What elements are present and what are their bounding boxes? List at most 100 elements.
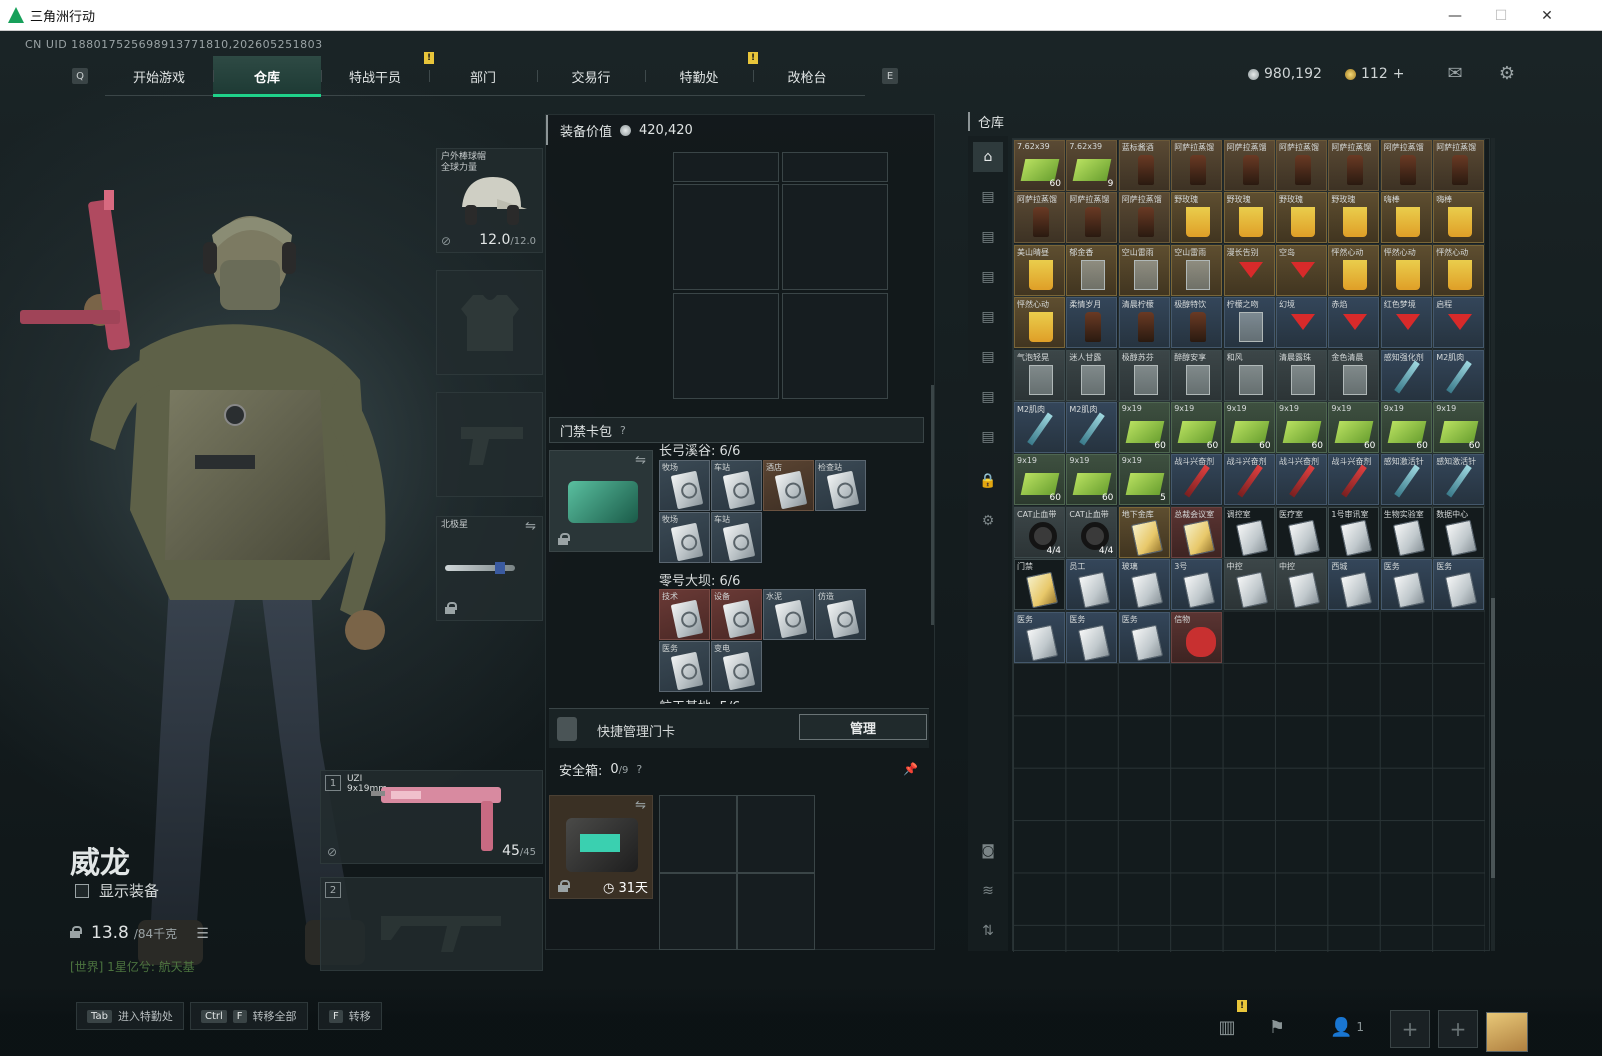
keycard-item[interactable]: 车站 — [711, 460, 762, 511]
warehouse-item[interactable]: 7.62x39 60 — [1014, 140, 1065, 191]
warehouse-item[interactable]: 阿萨拉蒸馏 — [1433, 140, 1485, 191]
list-icon[interactable]: ☰ — [196, 926, 209, 942]
tab-department[interactable]: 部门 — [429, 56, 537, 96]
keycard-item[interactable]: 检查站 — [815, 460, 866, 511]
warehouse-item[interactable]: 空山雷雨 — [1118, 244, 1170, 296]
warehouse-item[interactable]: 金色清晨 — [1328, 349, 1380, 401]
warehouse-item[interactable]: 9x19 60 — [1066, 454, 1118, 506]
warehouse-item[interactable]: 9x19 60 — [1328, 402, 1380, 453]
warehouse-item[interactable]: 怦然心动 — [1328, 244, 1380, 296]
warehouse-item[interactable]: 9x19 60 — [1380, 402, 1432, 453]
warehouse-item[interactable]: 西城 — [1328, 559, 1380, 611]
warehouse-item[interactable]: 阿萨拉蒸馏 — [1380, 140, 1432, 191]
tab-trading[interactable]: 交易行 — [537, 56, 645, 96]
warehouse-all-icon[interactable]: ⌂ — [973, 142, 1003, 172]
warehouse-item[interactable]: 数据中心 — [1433, 506, 1485, 558]
maximize-button[interactable]: ☐ — [1478, 0, 1524, 31]
primary-weapon-slot-1[interactable]: 1 UZI 9x19mm ⊘ 45/45 — [320, 770, 543, 864]
world-chat-line[interactable]: [世界] 1星亿兮: 航天基 — [70, 958, 195, 975]
category-misc-icon[interactable]: ▤ — [973, 382, 1003, 412]
warehouse-item[interactable]: 阿萨拉蒸馏 — [1171, 140, 1223, 191]
mail-icon[interactable]: ✉ — [1443, 63, 1467, 84]
warehouse-item[interactable]: 气泡轻晃 — [1014, 349, 1065, 401]
warehouse-item[interactable]: M2肌肉 — [1066, 402, 1118, 453]
safebox-cell[interactable] — [659, 795, 737, 873]
melee-slot[interactable]: 北极星 ⇋ — [436, 516, 543, 621]
warehouse-item[interactable]: 赤焰 — [1328, 297, 1380, 349]
warehouse-item[interactable]: 生物实验室 — [1380, 506, 1432, 558]
warehouse-item[interactable]: 漫长告别 — [1223, 244, 1275, 296]
warehouse-item[interactable]: 嗨棒 — [1380, 192, 1432, 244]
warehouse-item[interactable]: 医务 — [1380, 559, 1432, 611]
keycard-item[interactable]: 酒店 — [763, 460, 814, 511]
category-armor-icon[interactable]: ▤ — [973, 222, 1003, 252]
warehouse-item[interactable]: 柔情岁月 — [1066, 297, 1118, 349]
warehouse-item[interactable]: 阿萨拉蒸馏 — [1014, 192, 1065, 244]
backpack-cell[interactable] — [673, 152, 779, 182]
add-gold-icon[interactable]: + — [1393, 66, 1405, 82]
keycard-item[interactable]: 变电 — [711, 641, 762, 692]
warehouse-item[interactable]: 醉醇安享 — [1171, 349, 1223, 401]
close-button[interactable]: ✕ — [1524, 0, 1570, 31]
warehouse-item[interactable]: 柠檬之吻 — [1223, 297, 1275, 349]
operator-icon[interactable]: ◙ — [973, 836, 1003, 866]
keycard-item[interactable]: 设备 — [711, 589, 762, 640]
backpack-cell[interactable] — [673, 293, 779, 399]
show-gear-checkbox[interactable] — [75, 883, 89, 898]
warehouse-item[interactable]: M2肌肉 — [1433, 349, 1485, 401]
warehouse-item[interactable]: 阿萨拉蒸馏 — [1276, 140, 1327, 191]
pin-icon[interactable]: 📌 — [903, 762, 918, 776]
keycard-item[interactable]: 牧场 — [659, 512, 710, 563]
safebox-slot[interactable]: ⇋ ◷ 31天 — [549, 795, 653, 899]
swap-icon[interactable]: ⇋ — [635, 798, 646, 813]
invite-slot-button[interactable]: + — [1390, 1010, 1430, 1048]
hint-transfer[interactable]: F 转移 — [318, 1002, 382, 1030]
warehouse-item[interactable]: 9x19 60 — [1014, 454, 1065, 506]
warehouse-item[interactable]: 阿萨拉蒸馏 — [1118, 192, 1170, 244]
warehouse-item[interactable]: 阿萨拉蒸馏 — [1066, 192, 1118, 244]
warehouse-item[interactable]: 启程 — [1433, 297, 1485, 349]
warehouse-item[interactable]: 蓝标酱酒 — [1118, 140, 1170, 191]
warehouse-item[interactable]: 空岛 — [1276, 244, 1327, 296]
warehouse-item[interactable]: 9x19 60 — [1223, 402, 1275, 453]
show-gear-toggle[interactable]: 显示装备 — [75, 880, 159, 901]
warehouse-item[interactable]: 极醇苏芬 — [1118, 349, 1170, 401]
backpack-cell[interactable] — [782, 152, 888, 182]
card-pack-slot[interactable]: ⇋ — [549, 450, 653, 552]
warehouse-item[interactable]: 野玫瑰 — [1171, 192, 1223, 244]
keycard-item[interactable]: 仿造 — [815, 589, 866, 640]
warehouse-item[interactable]: 怦然心动 — [1433, 244, 1485, 296]
warehouse-item[interactable]: 9x19 60 — [1433, 402, 1485, 453]
category-ammo-icon[interactable]: ▤ — [973, 262, 1003, 292]
warehouse-item[interactable]: 门禁 — [1014, 559, 1065, 611]
warehouse-item[interactable]: 阿萨拉蒸馏 — [1223, 140, 1275, 191]
warehouse-item[interactable]: 玻璃 — [1118, 559, 1170, 611]
helmet-slot[interactable]: 户外棒球帽 全球力量 ⊘ 12.0/12.0 — [436, 148, 543, 253]
warehouse-item[interactable]: 感知激活针 — [1433, 454, 1485, 506]
warehouse-item[interactable]: 7.62x39 9 — [1066, 140, 1118, 191]
warehouse-item[interactable]: 医务 — [1066, 611, 1118, 663]
warehouse-item[interactable]: 野玫瑰 — [1328, 192, 1380, 244]
stats-icon[interactable]: ▥ — [1212, 1012, 1242, 1042]
safebox-cell[interactable] — [737, 795, 815, 873]
safebox-cell[interactable] — [659, 873, 737, 950]
warehouse-item[interactable]: 医务 — [1118, 611, 1170, 663]
keycard-item[interactable]: 车站 — [711, 512, 762, 563]
tab-warehouse[interactable]: 仓库 — [213, 56, 321, 97]
primary-weapon-slot-2[interactable]: 2 — [320, 877, 543, 971]
help-icon[interactable]: ? — [620, 424, 626, 437]
warehouse-item[interactable]: 清晨柠檬 — [1118, 297, 1170, 349]
warehouse-item[interactable]: 战斗兴奋剂 — [1171, 454, 1223, 506]
warehouse-item[interactable]: 1号审讯室 — [1328, 506, 1380, 558]
hint-transfer-all[interactable]: Ctrl F 转移全部 — [190, 1002, 308, 1030]
flag-icon[interactable]: ⚑ — [1262, 1012, 1292, 1042]
keycard-item[interactable]: 技术 — [659, 589, 710, 640]
hint-enter-special[interactable]: Tab 进入特勤处 — [76, 1002, 184, 1030]
warehouse-item[interactable]: 中控 — [1223, 559, 1275, 611]
warehouse-item[interactable]: 总裁会议室 — [1171, 506, 1223, 558]
category-collectibles-icon[interactable]: ▤ — [973, 422, 1003, 452]
warehouse-item[interactable]: 9x19 60 — [1171, 402, 1223, 453]
warehouse-item[interactable]: M2肌肉 — [1014, 402, 1065, 453]
friends-icon[interactable]: 👤 1 — [1322, 1012, 1372, 1042]
warehouse-item[interactable]: 怦然心动 — [1014, 297, 1065, 349]
